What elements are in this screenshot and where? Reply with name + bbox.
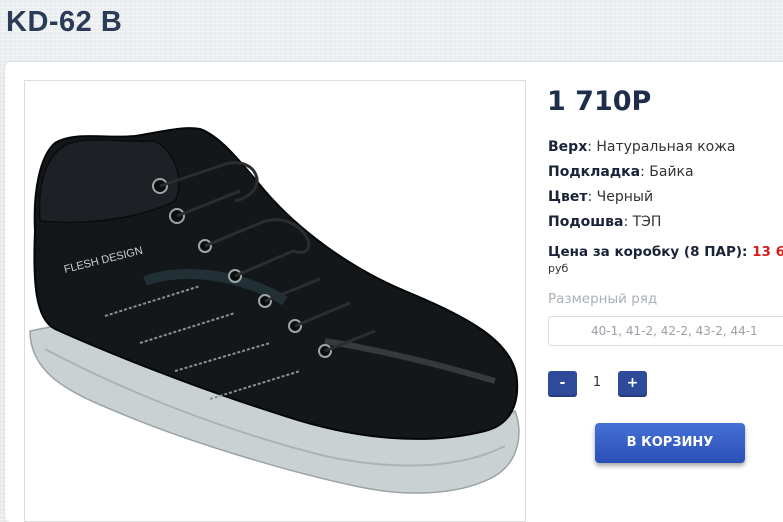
spec-upper: Верх: Натуральная кожа	[548, 139, 735, 155]
spec-label: Подошва	[548, 214, 624, 230]
size-select[interactable]: 40-1, 41-2, 42-2, 43-2, 44-1	[548, 316, 783, 346]
size-label: Размерный ряд	[548, 291, 658, 307]
spec-label: Подкладка	[548, 164, 641, 180]
spec-value: : Черный	[587, 189, 654, 205]
spec-lining: Подкладка: Байка	[548, 164, 694, 180]
box-price: Цена за коробку (8 ПАР): 13 680	[548, 244, 783, 260]
box-price-value: 13 680	[752, 244, 783, 260]
spec-sole: Подошва: ТЭП	[548, 214, 661, 230]
spec-value: : Натуральная кожа	[587, 139, 736, 155]
box-price-label: Цена за коробку (8 ПАР):	[548, 244, 753, 260]
qty-plus-button[interactable]: +	[618, 371, 647, 397]
add-to-cart-button[interactable]: В КОРЗИНУ	[595, 423, 745, 463]
box-price-currency: руб	[548, 262, 569, 275]
page-title: KD-62 B	[6, 6, 123, 38]
qty-input[interactable]: 1	[586, 375, 608, 390]
spec-value: : ТЭП	[623, 214, 662, 230]
spec-color: Цвет: Черный	[548, 189, 653, 205]
product-image[interactable]: FLESH DESIGN	[24, 80, 526, 522]
spec-label: Цвет	[548, 189, 588, 205]
shoe-image: FLESH DESIGN	[29, 127, 520, 494]
spec-value: : Байка	[640, 164, 694, 180]
qty-minus-button[interactable]: -	[548, 371, 577, 397]
product-price: 1 710P	[547, 86, 652, 117]
spec-label: Верх	[548, 139, 588, 155]
